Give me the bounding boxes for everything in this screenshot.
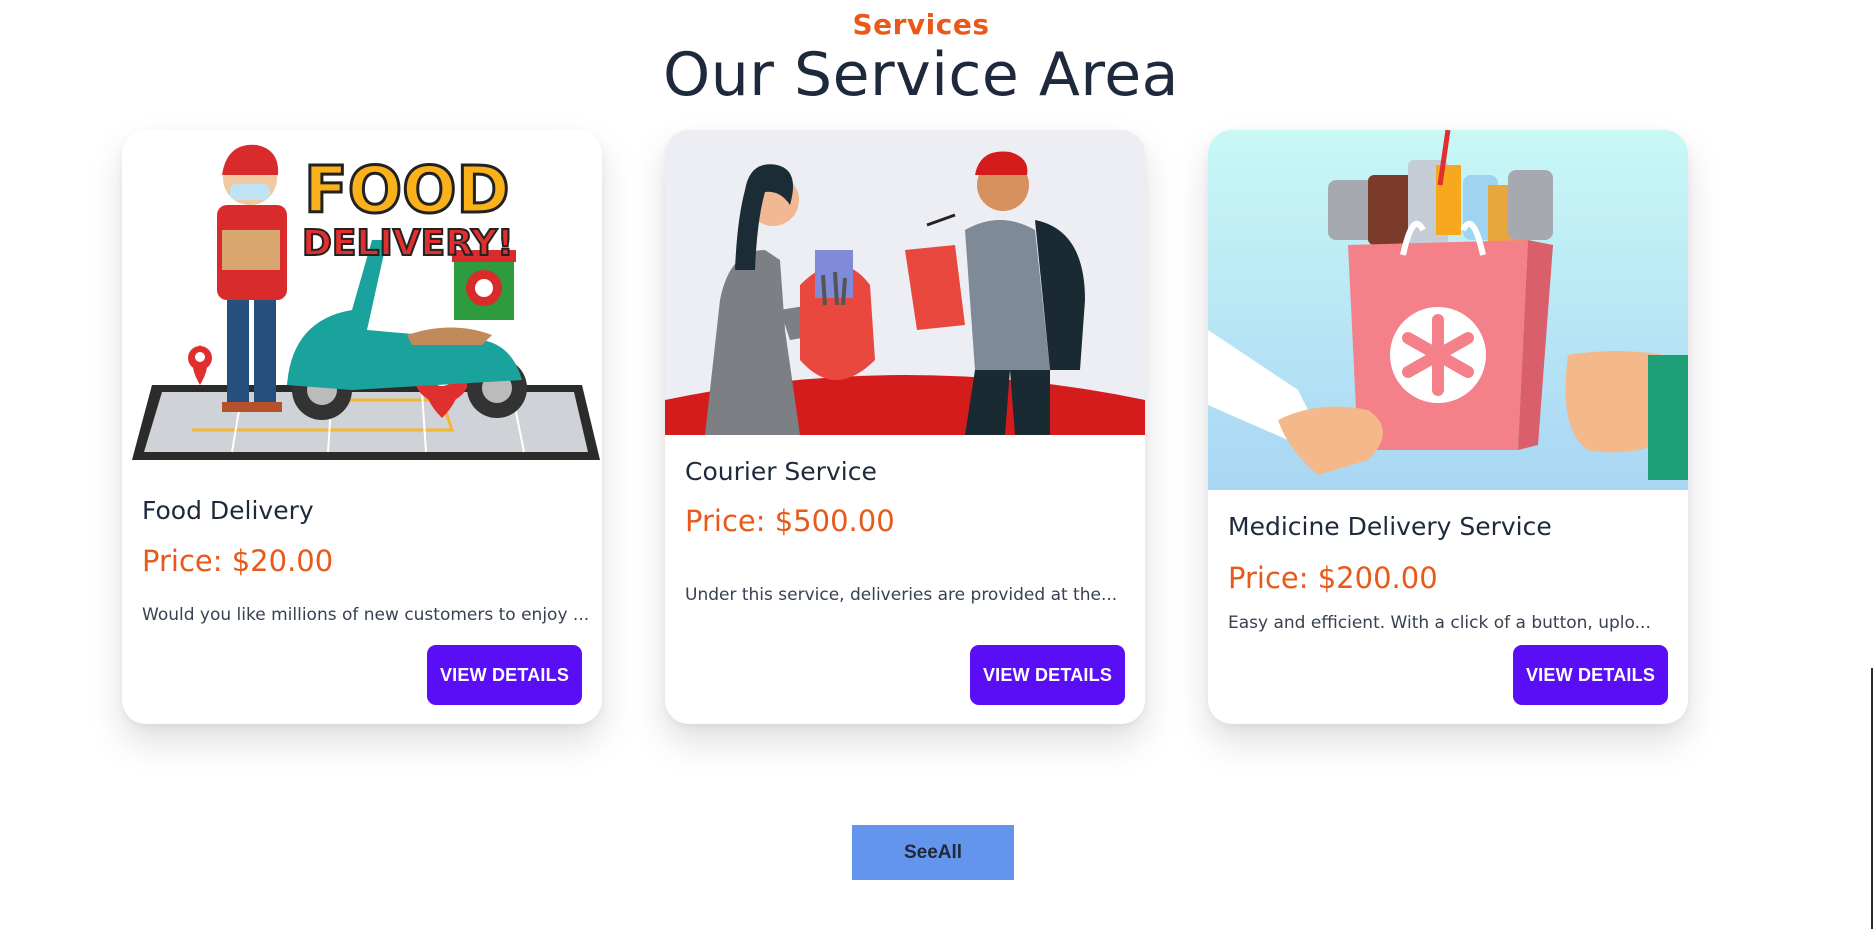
- card-description: Would you like millions of new customers…: [142, 605, 590, 625]
- card-price: Price: $200.00: [1228, 561, 1438, 595]
- page-title: Our Service Area: [663, 40, 1179, 110]
- services-eyebrow: Services: [852, 8, 990, 41]
- service-card-medicine-delivery: Medicine Delivery Service Price: $200.00…: [1208, 130, 1688, 724]
- card-title: Medicine Delivery Service: [1228, 512, 1552, 541]
- card-title: Courier Service: [685, 457, 877, 486]
- service-card-food-delivery: FOOD DELIVERY! Food Delivery Price: $20.…: [122, 130, 602, 724]
- view-details-button-medicine-delivery[interactable]: VIEW DETAILS: [1513, 645, 1668, 705]
- view-details-button-courier[interactable]: VIEW DETAILS: [970, 645, 1125, 705]
- delivery-banner-text: DELIVERY!: [302, 223, 514, 264]
- food-delivery-illustration: FOOD DELIVERY!: [122, 130, 602, 470]
- card-description: Easy and efficient. With a click of a bu…: [1228, 613, 1651, 633]
- courier-service-illustration: [665, 130, 1145, 435]
- card-title: Food Delivery: [142, 496, 314, 525]
- see-all-button[interactable]: SeeAll: [852, 825, 1014, 880]
- medicine-delivery-illustration: [1208, 130, 1688, 490]
- service-card-courier: Courier Service Price: $500.00 Under thi…: [665, 130, 1145, 724]
- card-description: Under this service, deliveries are provi…: [685, 585, 1118, 605]
- card-price: Price: $500.00: [685, 504, 895, 538]
- scrollbar-edge[interactable]: [1871, 668, 1873, 929]
- card-price: Price: $20.00: [142, 544, 334, 578]
- view-details-button-food-delivery[interactable]: VIEW DETAILS: [427, 645, 582, 705]
- food-banner-text: FOOD: [304, 154, 510, 228]
